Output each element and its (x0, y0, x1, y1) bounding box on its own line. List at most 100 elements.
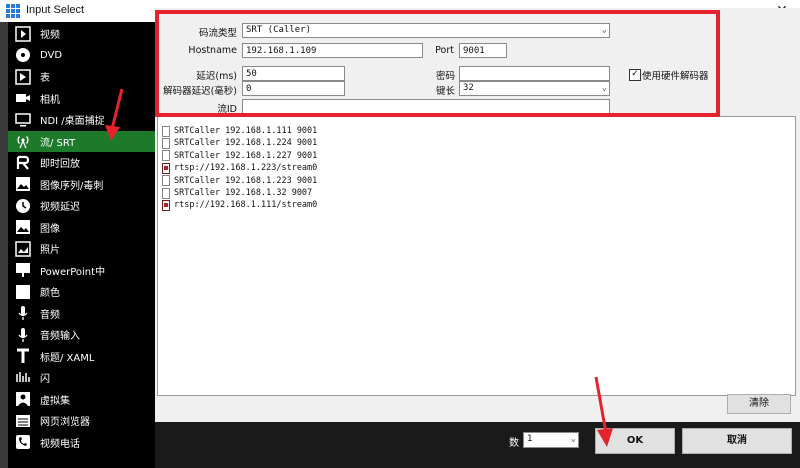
list-item-text: SRTCaller 192.168.1.32 9007 (174, 188, 313, 198)
color-icon (14, 283, 32, 301)
sidebar-item[interactable]: 图像序列/毒刺 (8, 174, 155, 196)
microphone-input-icon (14, 326, 32, 344)
list-play-icon (14, 68, 32, 86)
file-icon (162, 187, 170, 199)
decoder-delay-label: 解码器延迟(毫秒) (163, 86, 237, 97)
count-label: 数 (509, 438, 519, 449)
sidebar-item-label: 视频延迟 (40, 202, 80, 214)
sidebar-item-label: 网页浏览器 (40, 417, 90, 429)
list-item[interactable]: SRTCaller 192.168.1.32 9007 (162, 187, 312, 199)
sidebar-item[interactable]: 虚拟集 (8, 389, 155, 411)
password-label: 密码 (435, 71, 455, 82)
stream-antenna-icon (14, 132, 32, 150)
sidebar-item[interactable]: 照片 (8, 238, 155, 260)
count-select[interactable]: 1 ⌄ (523, 432, 579, 448)
sidebar-item-label: 视频电话 (40, 438, 80, 450)
list-item[interactable]: rtsp://192.168.1.223/stream0 (162, 162, 317, 174)
list-item[interactable]: SRTCaller 192.168.1.224 9001 (162, 137, 317, 149)
count-value: 1 (527, 434, 533, 444)
sidebar-item-label: NDI /桌面捕捉 (40, 116, 105, 128)
chevron-down-icon: ⌄ (601, 25, 607, 35)
sidebar-item-label: 颜色 (40, 288, 60, 300)
virtual-set-icon (14, 390, 32, 408)
password-input[interactable] (459, 66, 610, 81)
stream-settings-form: 码流类型 SRT (Caller) ⌄ Hostname 192.168.1.1… (155, 8, 800, 120)
microphone-icon (14, 304, 32, 322)
browser-icon (14, 412, 32, 430)
recent-sources-list[interactable]: SRTCaller 192.168.1.111 9001 SRTCaller 19… (157, 116, 796, 396)
sidebar-item[interactable]: PowerPoint中 (8, 260, 155, 282)
file-icon (162, 175, 170, 187)
list-item-text: SRTCaller 192.168.1.227 9001 (174, 150, 318, 161)
sidebar-item-label: 表 (40, 73, 50, 85)
key-length-value: 32 (463, 83, 474, 93)
list-item[interactable]: SRTCaller 192.168.1.227 9001 (162, 150, 317, 162)
stream-id-label: 流ID (217, 104, 237, 115)
sidebar-item-label: 图像 (40, 223, 60, 235)
sidebar-item[interactable]: NDI /桌面捕捉 (8, 109, 155, 131)
clear-button[interactable]: 清除 (727, 394, 791, 414)
sidebar-item-label: 标题/ XAML (40, 352, 95, 364)
sidebar-item[interactable]: 音频输入 (8, 324, 155, 346)
decoder-delay-input[interactable]: 0 (242, 81, 345, 96)
ok-button[interactable]: OK (595, 428, 675, 454)
list-item-text: rtsp://192.168.1.223/stream0 (174, 163, 318, 174)
sidebar-item-label: 闪 (40, 374, 50, 386)
image-icon (14, 218, 32, 236)
latency-label: 延迟(ms) (196, 71, 237, 82)
list-item-text: SRTCaller 192.168.1.224 9001 (174, 138, 318, 149)
sidebar-item[interactable]: 视频 (8, 23, 155, 45)
sidebar-item[interactable]: 标题/ XAML (8, 346, 155, 368)
hostname-input[interactable]: 192.168.1.109 (242, 43, 423, 58)
media-file-icon (162, 162, 170, 174)
video-play-icon (14, 25, 32, 43)
sidebar-item[interactable]: 闪 (8, 367, 155, 389)
stream-id-input[interactable] (242, 99, 610, 114)
sidebar-item-label: 即时回放 (40, 159, 80, 171)
list-item[interactable]: rtsp://192.168.1.111/stream0 (162, 199, 317, 211)
disc-icon (14, 46, 32, 64)
stream-type-label: 码流类型 (198, 28, 237, 39)
sidebar-item[interactable]: 颜色 (8, 281, 155, 303)
sidebar-item-label: 虚拟集 (40, 395, 70, 407)
main-panel: 码流类型 SRT (Caller) ⌄ Hostname 192.168.1.1… (155, 8, 800, 468)
stream-type-select[interactable]: SRT (Caller) ⌄ (242, 23, 610, 38)
video-call-icon (14, 433, 32, 451)
chevron-down-icon: ⌄ (601, 83, 607, 93)
sidebar-item[interactable]: 网页浏览器 (8, 410, 155, 432)
port-input[interactable]: 9001 (459, 43, 507, 58)
latency-input[interactable]: 50 (242, 66, 345, 81)
sidebar-item[interactable]: 视频延迟 (8, 195, 155, 217)
monitor-icon (14, 111, 32, 129)
cancel-button[interactable]: 取消 (682, 428, 792, 454)
list-item-text: rtsp://192.168.1.111/stream0 (174, 200, 318, 211)
flash-icon (14, 369, 32, 387)
sidebar-item[interactable]: 相机 (8, 88, 155, 110)
sidebar-item-label: 相机 (40, 94, 60, 106)
sidebar-item[interactable]: DVD (8, 45, 155, 67)
chevron-down-icon: ⌄ (570, 434, 576, 444)
sidebar-item[interactable]: 即时回放 (8, 152, 155, 174)
sidebar-item[interactable]: 音频 (8, 303, 155, 325)
stream-type-value: SRT (Caller) (246, 25, 312, 35)
bottom-bar: 数 1 ⌄ OK 取消 (155, 422, 800, 468)
file-icon (162, 150, 170, 162)
sidebar-item[interactable]: 视频电话 (8, 432, 155, 454)
app-grid-icon (6, 4, 20, 18)
key-length-select[interactable]: 32 ⌄ (459, 81, 610, 96)
hw-decoder-label: 使用硬件解码器 (642, 71, 709, 82)
sidebar-item-label: 图像序列/毒刺 (40, 180, 104, 192)
sidebar-item[interactable]: 图像 (8, 217, 155, 239)
list-item-text: SRTCaller 192.168.1.111 9001 (174, 126, 318, 136)
replay-icon (14, 154, 32, 172)
photo-icon (14, 240, 32, 258)
sidebar-item[interactable]: 流/ SRT (8, 130, 155, 152)
hw-decoder-checkbox[interactable]: ✓ (629, 69, 641, 81)
image-sequence-icon (14, 175, 32, 193)
sidebar-item-label: 流/ SRT (40, 137, 76, 149)
list-item[interactable]: SRTCaller 192.168.1.223 9001 (162, 175, 317, 187)
hostname-label: Hostname (188, 45, 237, 56)
list-item[interactable]: SRTCaller 192.168.1.111 9001 (162, 125, 317, 137)
sidebar-item[interactable]: 表 (8, 66, 155, 88)
media-file-icon (162, 199, 170, 211)
